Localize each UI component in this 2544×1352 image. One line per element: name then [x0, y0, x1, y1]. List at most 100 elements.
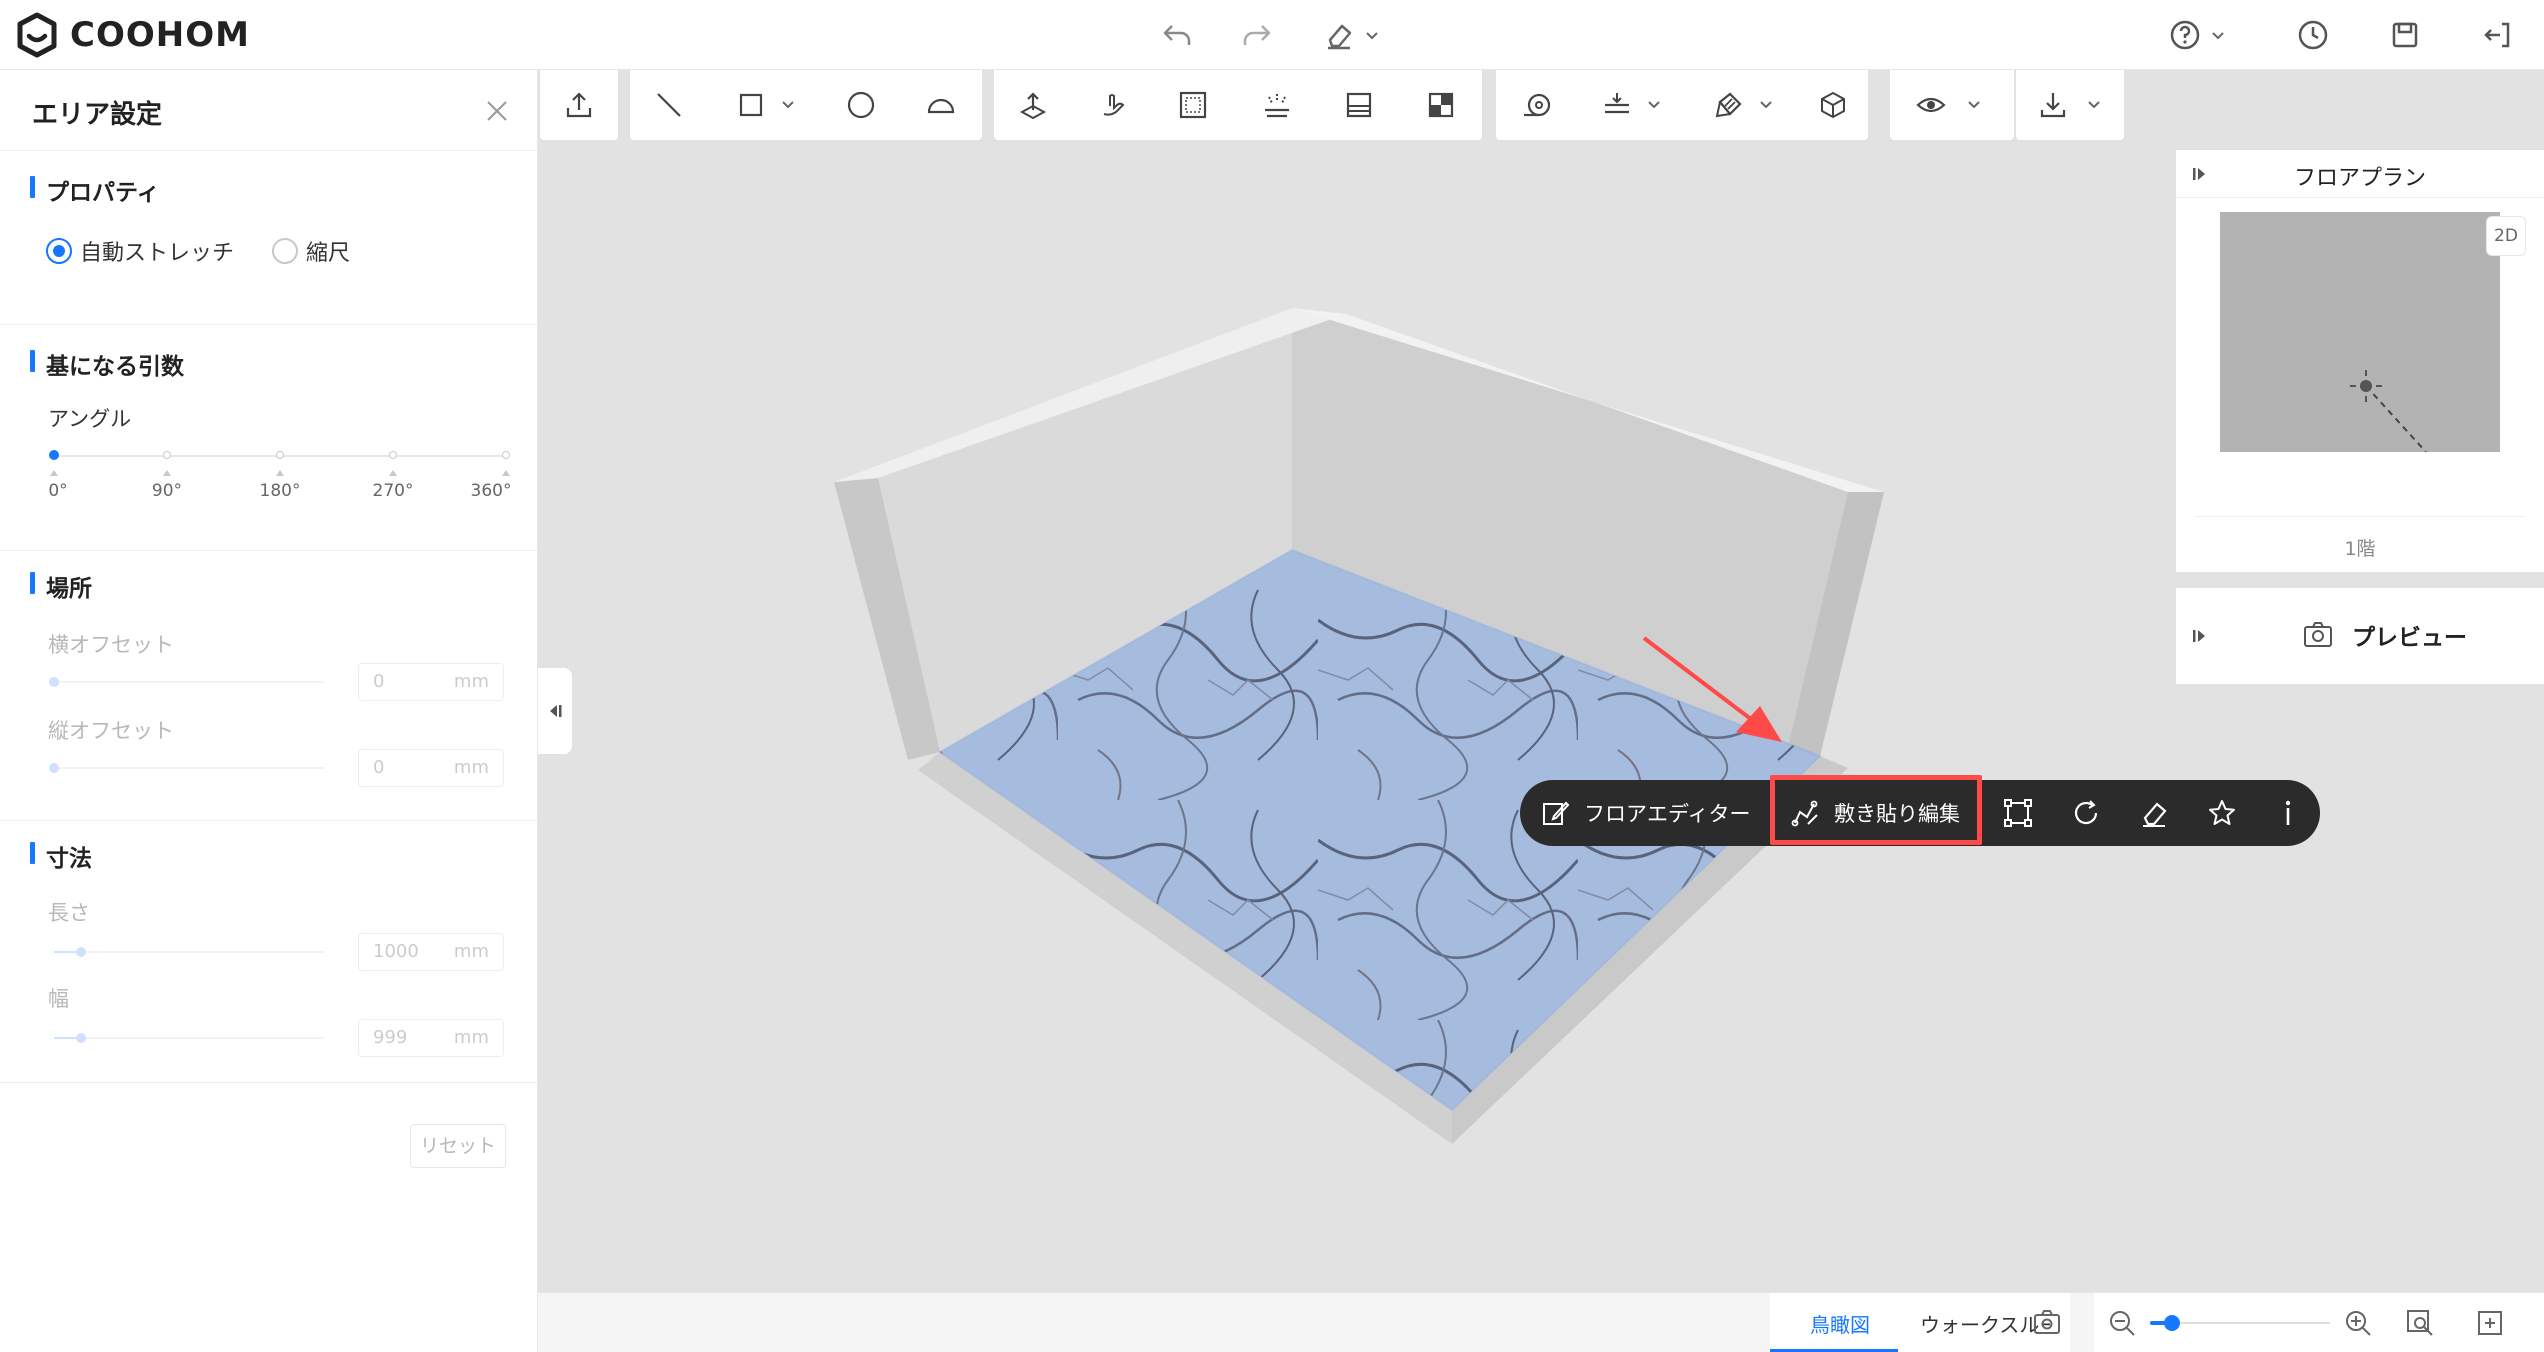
split-panel-icon: [1428, 92, 1454, 118]
visibility-tool[interactable]: [1914, 88, 1948, 122]
length-slider[interactable]: [54, 951, 324, 953]
h-offset-input[interactable]: 0 mm: [358, 663, 504, 701]
angle-tick-label: 360°: [470, 481, 512, 501]
tab-walkthrough[interactable]: ウォークスルー: [1920, 1309, 2050, 1338]
align-tool[interactable]: [1600, 88, 1634, 122]
preview-panel[interactable]: プレビュー: [2176, 588, 2544, 684]
divider: [0, 1082, 538, 1083]
v-offset-input[interactable]: 0 mm: [358, 749, 504, 787]
width-label: 幅: [48, 987, 69, 1011]
v-offset-handle[interactable]: [49, 763, 59, 773]
v-offset-slider[interactable]: [54, 767, 324, 769]
chevron-down-icon[interactable]: [2086, 96, 2102, 112]
floor-plan-title: フロアプラン: [2293, 166, 2426, 191]
h-offset-label: 横オフセット: [48, 633, 174, 657]
h-offset-value: 0: [373, 671, 385, 692]
unit-label: mm: [453, 941, 489, 962]
expand-right-icon[interactable]: [2190, 626, 2210, 646]
angle-slider-handle[interactable]: [49, 450, 59, 460]
download-icon: [2040, 93, 2066, 118]
chevron-down-icon[interactable]: [780, 96, 796, 112]
logo-icon: [17, 12, 57, 58]
rectangle-tool[interactable]: [734, 88, 768, 122]
circle-tool[interactable]: [844, 88, 878, 122]
download-tool[interactable]: [2036, 88, 2070, 122]
toolbar-group-view: [1890, 70, 2014, 140]
zoom-fit-icon[interactable]: [2404, 1307, 2436, 1339]
chevron-down-icon[interactable]: [1758, 96, 1774, 112]
tab-birds-eye[interactable]: 鳥瞰図: [1810, 1309, 1870, 1338]
view-tabs: 鳥瞰図 ウォークスルー: [1770, 1293, 2070, 1352]
redo-button[interactable]: [1240, 14, 1274, 56]
angle-tick: [502, 451, 510, 459]
eraser-icon[interactable]: [2138, 797, 2170, 829]
radio-label: 縮尺: [306, 241, 351, 266]
rotate-icon[interactable]: [2070, 797, 2102, 829]
zoom-in-icon[interactable]: [2342, 1307, 2374, 1339]
divider: [2196, 516, 2524, 517]
angle-tick: [389, 451, 397, 459]
zoom-slider-handle[interactable]: [2164, 1315, 2180, 1331]
resize-frame-icon[interactable]: [2002, 797, 2034, 829]
length-handle[interactable]: [76, 947, 86, 957]
toolbar-group-draw: [630, 70, 982, 140]
v-offset-label: 縦オフセット: [48, 719, 174, 743]
upload-button[interactable]: [562, 88, 596, 122]
radio-scale[interactable]: 縮尺: [272, 235, 350, 267]
save-button[interactable]: [2388, 14, 2422, 56]
lift-tool[interactable]: [1016, 88, 1050, 122]
width-value: 999: [373, 1027, 408, 1048]
help-menu-button[interactable]: [2168, 14, 2226, 56]
lift-arrow-icon: [1019, 92, 1047, 120]
floor-editor-button[interactable]: フロアエディター: [1540, 780, 1751, 846]
exit-button[interactable]: [2480, 14, 2514, 56]
gesture-tool[interactable]: [1096, 88, 1130, 122]
dimensions-heading: 寸法: [30, 839, 92, 873]
radio-dot: [46, 238, 72, 264]
chevron-down-icon[interactable]: [1646, 96, 1662, 112]
select-area-tool[interactable]: [1176, 88, 1210, 122]
width-slider[interactable]: [54, 1037, 324, 1039]
panel-tool[interactable]: [1342, 88, 1376, 122]
angle-label: アングル: [48, 407, 132, 431]
split-tool[interactable]: [1424, 88, 1458, 122]
dimensions-section: 寸法 長さ 1000 mm 幅 999 mm: [0, 820, 538, 1150]
close-icon[interactable]: [482, 96, 512, 126]
radio-label: 自動ストレッチ: [80, 241, 235, 266]
radio-auto-stretch[interactable]: 自動ストレッチ: [46, 235, 234, 267]
length-input[interactable]: 1000 mm: [358, 933, 504, 971]
floor-label[interactable]: 1階: [2176, 534, 2544, 561]
floor-plan-minimap[interactable]: [2220, 212, 2500, 453]
width-input[interactable]: 999 mm: [358, 1019, 504, 1057]
camera-icon: [2304, 622, 2332, 647]
star-icon[interactable]: [2206, 797, 2238, 829]
chevron-down-icon[interactable]: [1966, 96, 1982, 112]
tick-marker: [502, 470, 510, 476]
redo-icon: [1243, 25, 1271, 45]
v-offset-value: 0: [373, 757, 385, 778]
tick-marker: [389, 470, 397, 476]
2d-toggle-button[interactable]: 2D: [2486, 216, 2526, 256]
unit-label: mm: [453, 757, 489, 778]
undo-button[interactable]: [1160, 14, 1194, 56]
3d-view-tool[interactable]: [1816, 88, 1850, 122]
chevron-down-icon: [1366, 32, 1378, 40]
line-tool[interactable]: [652, 88, 686, 122]
lighting-tool[interactable]: [1260, 88, 1294, 122]
width-handle[interactable]: [76, 1033, 86, 1043]
h-offset-handle[interactable]: [49, 677, 59, 687]
history-button[interactable]: [2296, 14, 2330, 56]
reset-button[interactable]: リセット: [410, 1124, 506, 1168]
camera-settings-icon[interactable]: [2032, 1307, 2064, 1339]
location-section: 場所 横オフセット 0 mm 縦オフセット 0 mm: [0, 550, 538, 820]
fullscreen-icon[interactable]: [2474, 1307, 2506, 1339]
eraser-menu-button[interactable]: [1322, 14, 1380, 56]
paint-tool[interactable]: [1712, 88, 1746, 122]
line-icon: [657, 93, 681, 117]
tiling-edit-highlight: [1770, 775, 1982, 845]
h-offset-slider[interactable]: [54, 681, 324, 683]
zoom-out-icon[interactable]: [2106, 1307, 2138, 1339]
arc-tool[interactable]: [924, 88, 958, 122]
measure-tape-tool[interactable]: [1520, 88, 1554, 122]
info-icon[interactable]: [2272, 797, 2304, 829]
